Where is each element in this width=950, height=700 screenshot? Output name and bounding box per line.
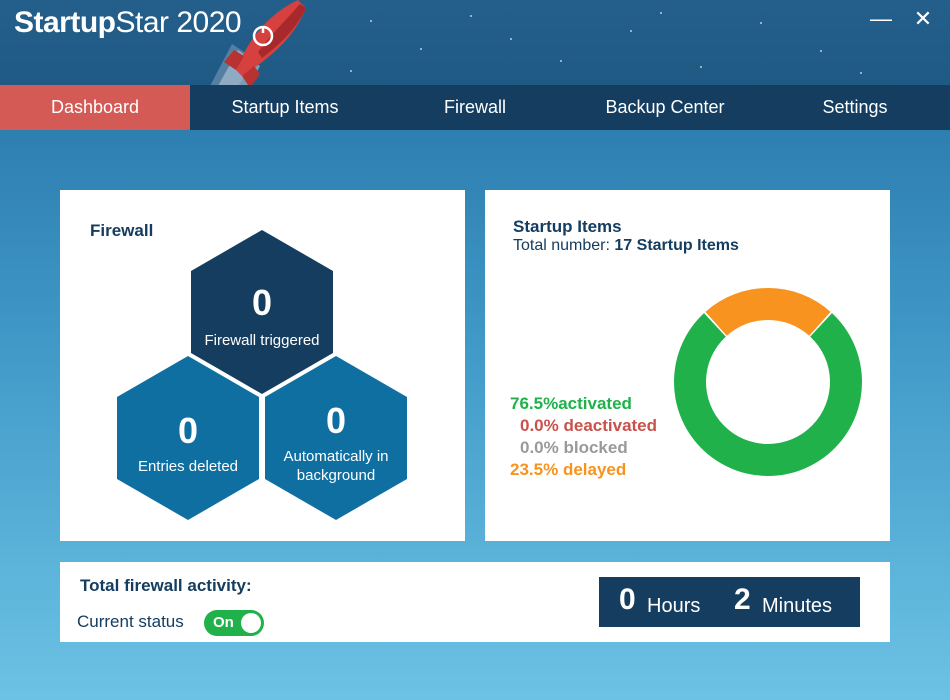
minimize-button[interactable]: —: [870, 8, 892, 30]
activity-title: Total firewall activity:: [80, 576, 252, 595]
current-status-label: Current status: [77, 612, 184, 631]
startup-donut-chart: [674, 288, 862, 476]
automatic-background-value: 0: [325, 400, 347, 441]
firewall-card: Firewall 0 Firewall triggered 0 Entries …: [60, 190, 465, 541]
minutes-value: 2: [734, 583, 751, 616]
startup-items-card: Startup Items Total number: 17 Startup I…: [485, 190, 890, 541]
tab-backup-center[interactable]: Backup Center: [570, 85, 760, 130]
title-bar: StartupStar 2020 — ✕: [0, 0, 950, 86]
tab-firewall[interactable]: Firewall: [380, 85, 570, 130]
donut-segment-activated: [674, 313, 862, 476]
donut-segment-delayed: [705, 288, 831, 336]
legend-deactivated: 0.0% deactivated: [520, 416, 658, 435]
firewall-activity-card: Total firewall activity: Current status …: [60, 562, 890, 642]
toggle-knob: [241, 613, 261, 633]
tab-startup-items[interactable]: Startup Items: [190, 85, 380, 130]
firewall-card-title: Firewall: [90, 221, 154, 240]
close-button[interactable]: ✕: [912, 8, 934, 30]
startup-total-count: 17: [614, 237, 633, 254]
hours-unit: Hours: [647, 595, 701, 617]
startup-total-suffix: Startup Items: [636, 237, 739, 254]
automatic-background-label: Automatically in background: [283, 448, 389, 484]
toggle-label: On: [213, 614, 234, 631]
rocket-icon: [210, 0, 306, 86]
entries-deleted-label: Entries deleted: [137, 458, 239, 475]
activity-timer: 0 Hours 2 Minutes: [599, 577, 860, 627]
tab-settings[interactable]: Settings: [760, 85, 950, 130]
firewall-triggered-value: 0: [251, 282, 273, 323]
entries-deleted-value: 0: [177, 410, 199, 451]
hours-value: 0: [619, 583, 636, 616]
startup-total-prefix: Total number:: [513, 237, 610, 254]
startup-card-title: Startup Items: [513, 217, 622, 236]
legend-activated: 76.5%activated: [510, 394, 632, 413]
startup-total: Total number: 17 Startup Items: [513, 237, 739, 255]
status-toggle[interactable]: On: [204, 610, 264, 636]
hex-automatically-in-background[interactable]: 0 Automatically in background: [265, 356, 407, 520]
legend-delayed: 23.5% delayed: [510, 460, 627, 479]
tab-dashboard[interactable]: Dashboard: [0, 85, 190, 130]
app-title-bold: Startup: [14, 6, 116, 39]
hex-entries-deleted[interactable]: 0 Entries deleted: [117, 356, 259, 520]
main-nav: Dashboard Startup Items Firewall Backup …: [0, 85, 950, 130]
firewall-triggered-label: Firewall triggered: [204, 332, 320, 349]
minutes-unit: Minutes: [762, 595, 833, 617]
legend-blocked: 0.0% blocked: [520, 438, 628, 457]
